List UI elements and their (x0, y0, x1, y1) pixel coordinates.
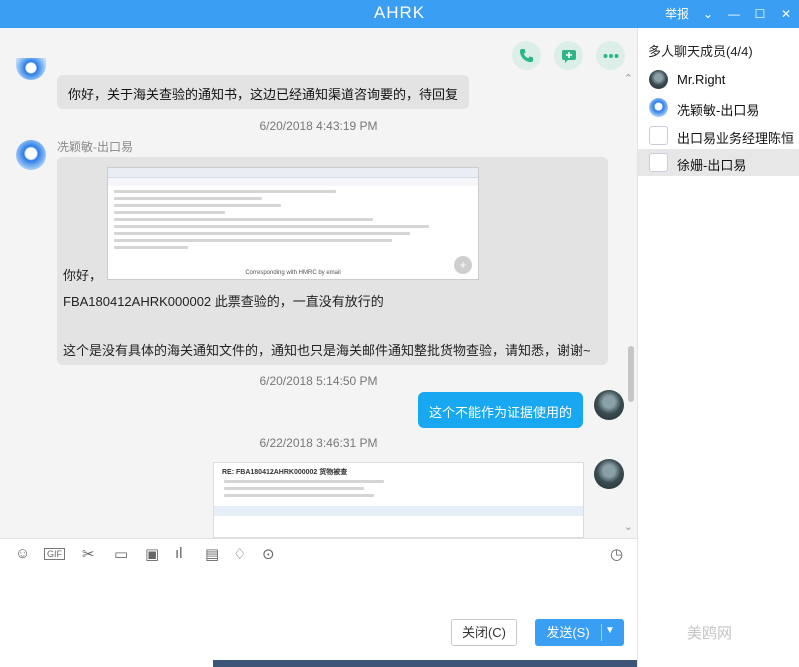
more-options-icon[interactable] (596, 41, 625, 70)
message-text: FBA180412AHRK000002 此票查验的，一直没有放行的 (63, 294, 384, 309)
chat-panel: ⌃ 你好，关于海关查验的通知书，这边已经通知渠道咨询要的，待回复 6/20/20… (0, 28, 637, 538)
message-text: 你好， (63, 268, 103, 283)
sender-name: 冼颖敏-出口易 (57, 140, 133, 154)
image-icon[interactable]: ▣ (145, 545, 159, 563)
send-options-icon[interactable]: ▼ (605, 625, 615, 636)
timestamp: 6/20/2018 4:43:19 PM (259, 119, 378, 133)
members-header: 多人聊天成员(4/4) (648, 44, 753, 59)
member-item[interactable]: 冼颖敏-出口易 (638, 94, 799, 121)
message-text: 你好，关于海关查验的通知书，这边已经通知渠道咨询要的，待回复 (68, 87, 459, 102)
message-text: 这个是没有具体的海关通知文件的，通知也只是海关邮件通知整批货物查验，请知悉，谢谢… (63, 343, 591, 358)
zoom-icon[interactable]: + (454, 256, 472, 274)
folder-icon[interactable]: ▭ (114, 545, 128, 563)
close-button[interactable]: 关闭(C) (451, 619, 517, 646)
message-bubble: 你好，关于海关查验的通知书，这边已经通知渠道咨询要的，待回复 (57, 75, 469, 109)
timestamp: 6/20/2018 5:14:50 PM (259, 374, 378, 388)
members-sidebar: 多人聊天成员(4/4) Mr.Right 冼颖敏-出口易 出口易业务经理陈恒 徐… (637, 28, 799, 667)
maximize-icon[interactable]: ☐ (753, 7, 767, 21)
scissors-icon[interactable]: ✂ (82, 545, 95, 563)
member-name: 徐姗-出口易 (677, 158, 747, 173)
report-link[interactable]: 举报 (665, 5, 689, 22)
attached-screenshot[interactable]: Corresponding with HMRC by email + (107, 167, 479, 280)
input-toolbar: ☺ GIF ✂ ▭ ▣ ıl ▤ ♢ ⊙ ◷ (0, 538, 637, 568)
more-icon[interactable]: ⊙ (262, 545, 275, 563)
send-label: 发送(S) (546, 625, 590, 640)
image-caption: Corresponding with HMRC by email (245, 270, 341, 276)
scrollbar[interactable] (628, 346, 634, 402)
member-name: Mr.Right (677, 72, 726, 87)
avatar (649, 98, 668, 117)
avatar (594, 459, 624, 489)
calendar-icon[interactable]: ▤ (205, 545, 219, 563)
message-bubble: 这个不能作为证据使用的 (418, 392, 583, 428)
dropdown-icon[interactable]: ⌄ (701, 7, 715, 21)
watermark: 美鸥网 (687, 625, 733, 642)
avatar (649, 153, 668, 172)
avatar (594, 390, 624, 420)
history-icon[interactable]: ◷ (610, 545, 623, 563)
chart-icon[interactable]: ıl (175, 545, 183, 562)
avatar (16, 140, 46, 170)
email-screenshot[interactable]: RE: FBA180412AHRK000002 货物被查 (213, 462, 584, 538)
phone-call-icon[interactable] (512, 41, 541, 70)
member-item[interactable]: Mr.Right (638, 66, 799, 93)
avatar (16, 58, 46, 80)
gif-icon[interactable]: GIF (44, 548, 65, 560)
divider (601, 624, 602, 641)
member-item[interactable]: 徐姗-出口易 (638, 149, 799, 176)
add-chat-icon[interactable] (554, 41, 583, 70)
title-bar: AHRK 举报 ⌄ — ☐ ✕ (0, 0, 799, 28)
taskbar-strip (213, 660, 637, 667)
member-name: 出口易业务经理陈恒 (677, 131, 795, 146)
message-text: 这个不能作为证据使用的 (429, 405, 573, 420)
member-item[interactable]: 出口易业务经理陈恒 (638, 122, 799, 149)
minimize-icon[interactable]: — (727, 7, 741, 21)
avatar (649, 70, 668, 89)
avatar (649, 126, 668, 145)
email-subject: RE: FBA180412AHRK000002 货物被查 (222, 469, 348, 476)
member-name: 冼颖敏-出口易 (677, 103, 760, 118)
send-button[interactable]: 发送(S) ▼ (535, 619, 624, 646)
collapse-up-icon[interactable]: ⌃ (624, 72, 633, 85)
collapse-down-icon[interactable]: ⌄ (624, 520, 633, 533)
smiley-icon[interactable]: ☺ (15, 545, 30, 562)
timestamp: 6/22/2018 3:46:31 PM (259, 436, 378, 450)
close-window-icon[interactable]: ✕ (779, 7, 793, 21)
bell-icon[interactable]: ♢ (233, 545, 246, 563)
message-input[interactable] (0, 568, 637, 667)
